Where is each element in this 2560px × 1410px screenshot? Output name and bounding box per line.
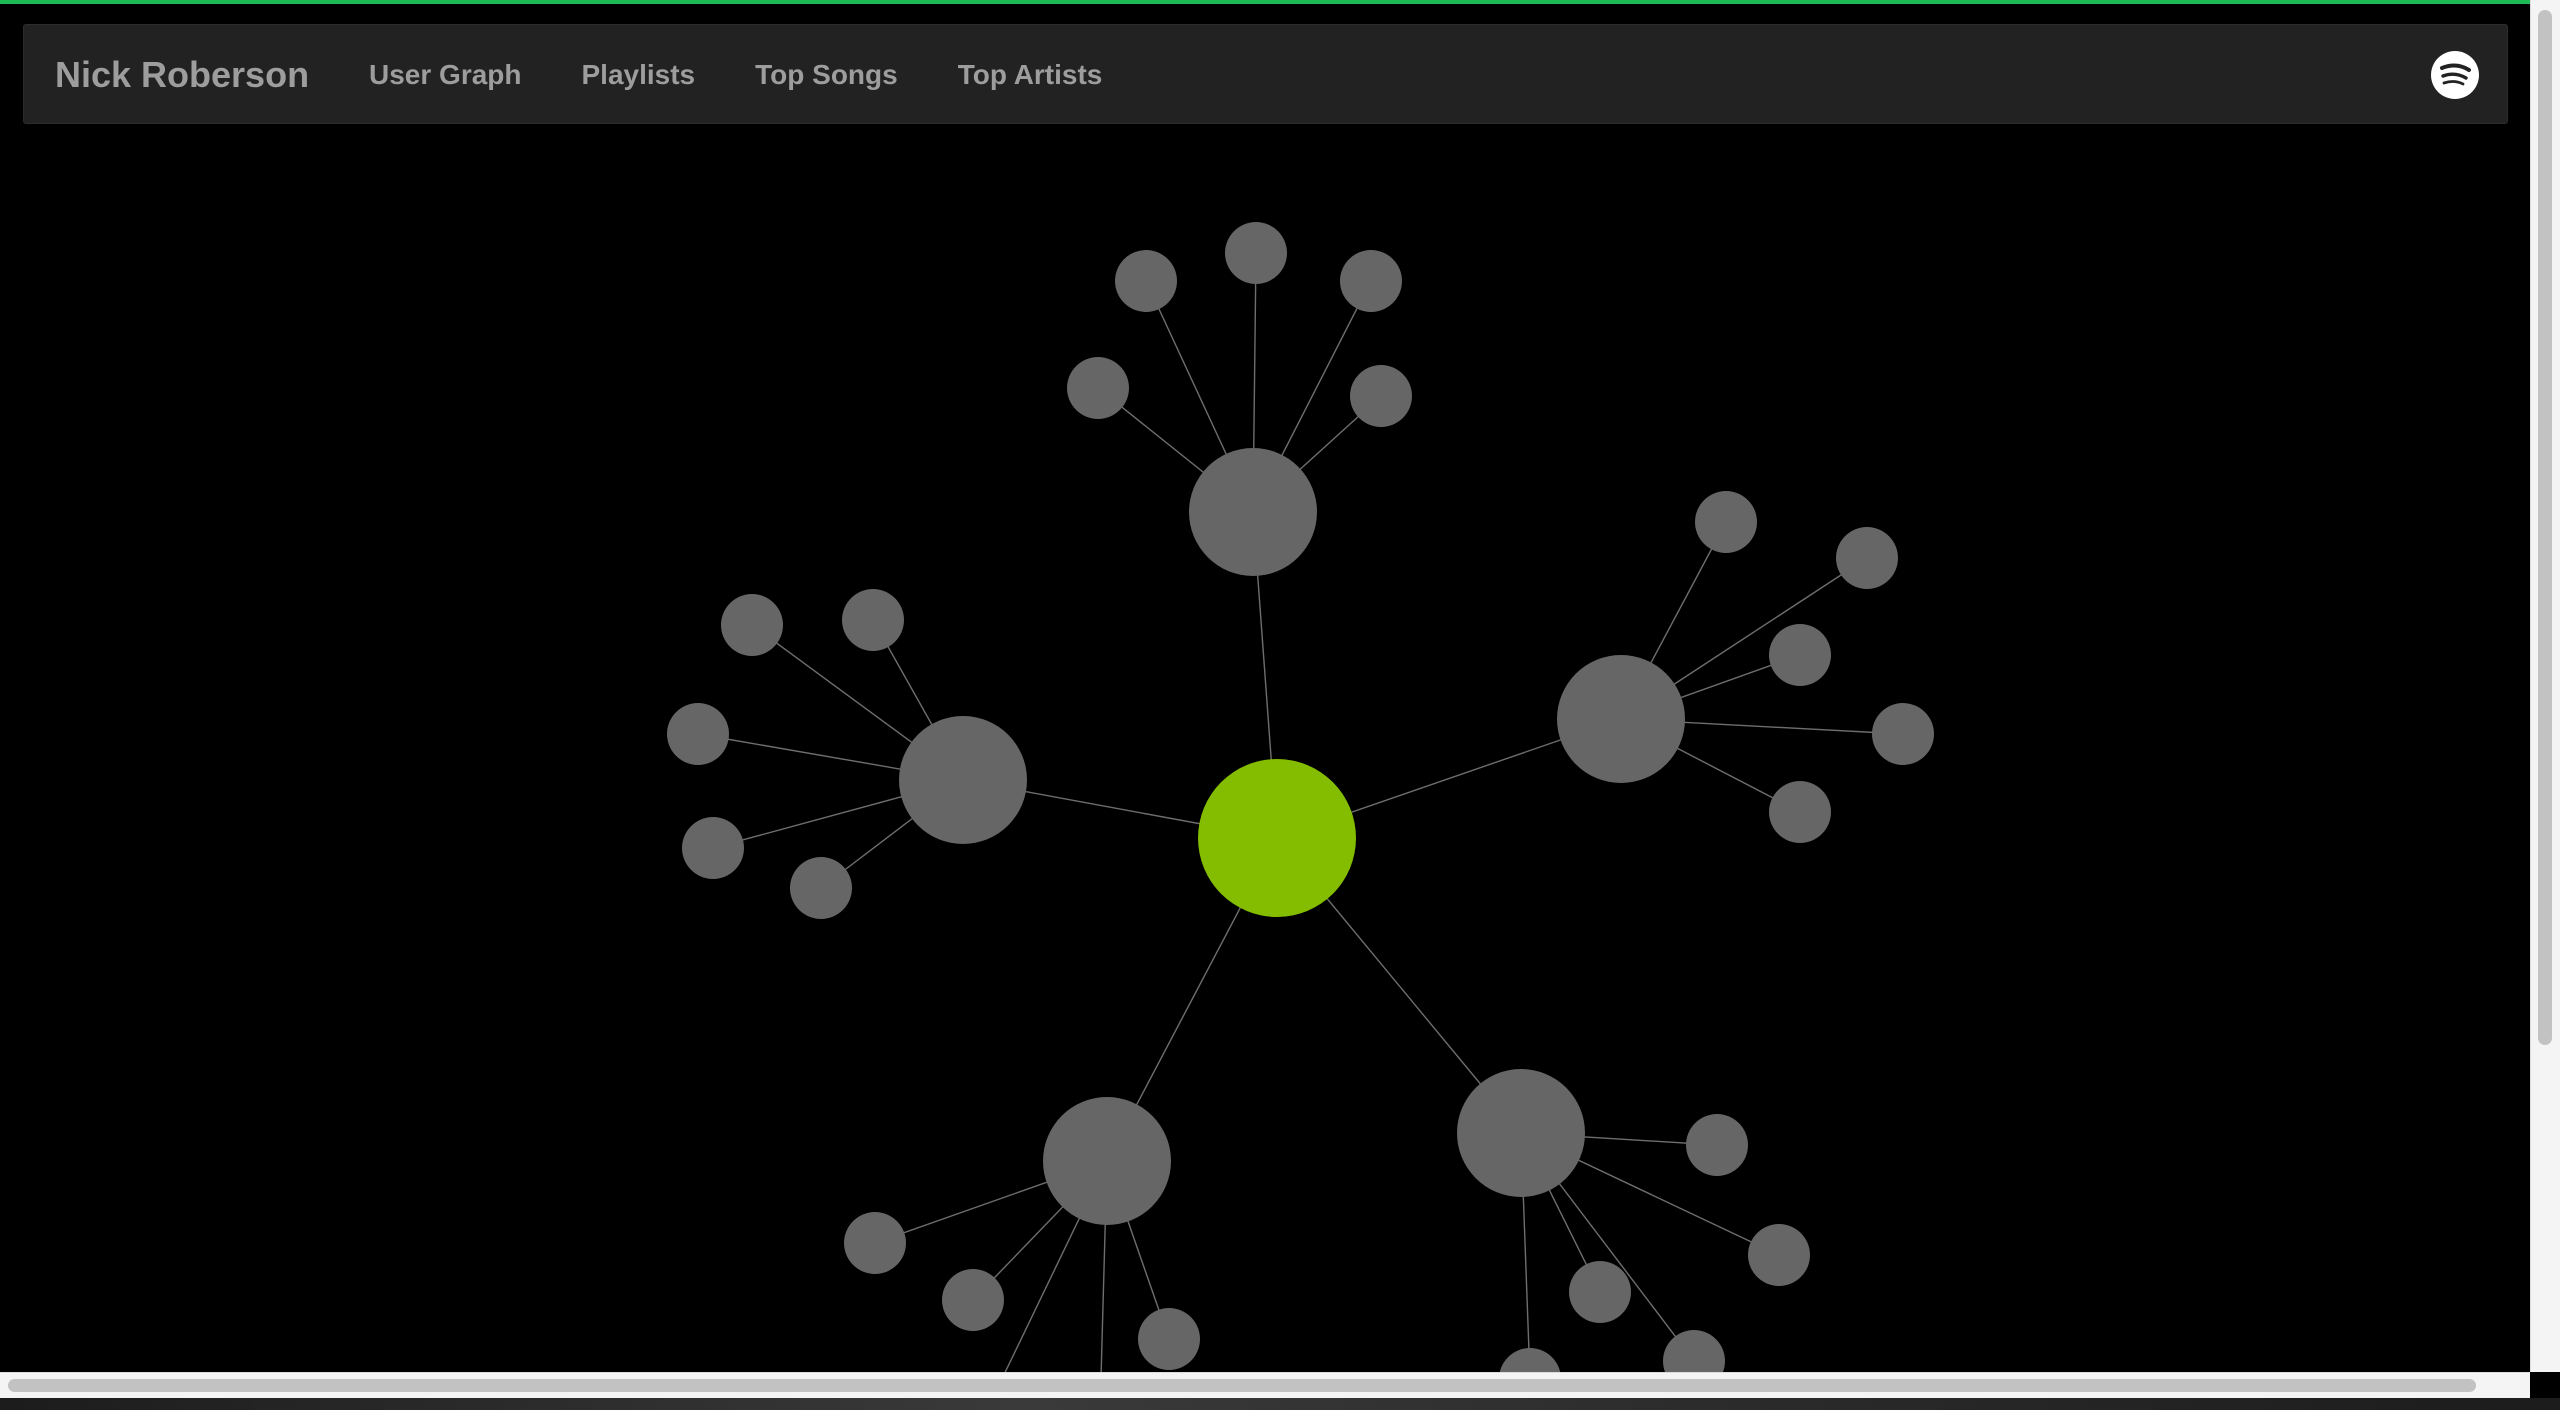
hub-top-leaf-node-5[interactable] xyxy=(1350,365,1412,427)
hub-left-leaf-node-5[interactable] xyxy=(790,857,852,919)
hub-left-leaf-node-4[interactable] xyxy=(682,817,744,879)
horizontal-scrollbar[interactable] xyxy=(0,1372,2530,1398)
hub-bottom-right-leaf-node-1[interactable] xyxy=(1686,1114,1748,1176)
hub-top-leaf-node-2[interactable] xyxy=(1115,250,1177,312)
hub-right-leaf-node-3[interactable] xyxy=(1769,624,1831,686)
nodes-layer xyxy=(667,222,1934,1372)
hub-bottom-left-leaf-node-3[interactable] xyxy=(1138,1308,1200,1370)
nav-link-top-artists[interactable]: Top Artists xyxy=(958,59,1103,91)
hub-bottom-left-leaf-node-2[interactable] xyxy=(942,1269,1004,1331)
vertical-scrollbar[interactable] xyxy=(2530,0,2560,1372)
bottom-strip xyxy=(0,1398,2560,1410)
vertical-scrollbar-thumb[interactable] xyxy=(2538,10,2552,1045)
horizontal-scrollbar-thumb[interactable] xyxy=(8,1379,2476,1392)
hub-bottom-right-node[interactable] xyxy=(1457,1069,1585,1197)
navbar: Nick Roberson User Graph Playlists Top S… xyxy=(23,24,2508,124)
hub-bottom-left-node[interactable] xyxy=(1043,1097,1171,1225)
nav-link-playlists[interactable]: Playlists xyxy=(582,59,696,91)
top-accent-bar xyxy=(0,0,2560,4)
hub-right-node[interactable] xyxy=(1557,655,1685,783)
hub-bottom-right-leaf-node-5[interactable] xyxy=(1499,1348,1561,1372)
nav-link-user-graph[interactable]: User Graph xyxy=(369,59,522,91)
hub-left-node[interactable] xyxy=(899,716,1027,844)
hub-right-leaf-node-2[interactable] xyxy=(1836,527,1898,589)
navbar-brand[interactable]: Nick Roberson xyxy=(55,25,309,125)
hub-left-leaf-node-2[interactable] xyxy=(842,589,904,651)
graph-canvas xyxy=(667,222,1934,1372)
hub-right-leaf-node-4[interactable] xyxy=(1872,703,1934,765)
nav-links: User Graph Playlists Top Songs Top Artis… xyxy=(369,25,1162,125)
user-graph xyxy=(0,124,2530,1372)
hub-right-leaf-node-5[interactable] xyxy=(1769,781,1831,843)
hub-right-leaf-node-1[interactable] xyxy=(1695,491,1757,553)
hub-bottom-left-leaf-node-1[interactable] xyxy=(844,1212,906,1274)
nav-link-top-songs[interactable]: Top Songs xyxy=(755,59,898,91)
hub-top-leaf-node-1[interactable] xyxy=(1067,357,1129,419)
user-node[interactable] xyxy=(1198,759,1356,917)
hub-top-leaf-node-4[interactable] xyxy=(1340,250,1402,312)
hub-bottom-right-leaf-node-2[interactable] xyxy=(1748,1224,1810,1286)
hub-bottom-right-leaf-node-4[interactable] xyxy=(1663,1330,1725,1372)
hub-top-leaf-node-3[interactable] xyxy=(1225,222,1287,284)
page-viewport: Nick Roberson User Graph Playlists Top S… xyxy=(0,0,2560,1410)
spotify-icon[interactable] xyxy=(2430,50,2480,100)
hub-bottom-right-leaf-node-3[interactable] xyxy=(1569,1261,1631,1323)
hub-top-node[interactable] xyxy=(1189,448,1317,576)
hub-left-leaf-node-3[interactable] xyxy=(667,703,729,765)
hub-left-leaf-node-1[interactable] xyxy=(721,594,783,656)
